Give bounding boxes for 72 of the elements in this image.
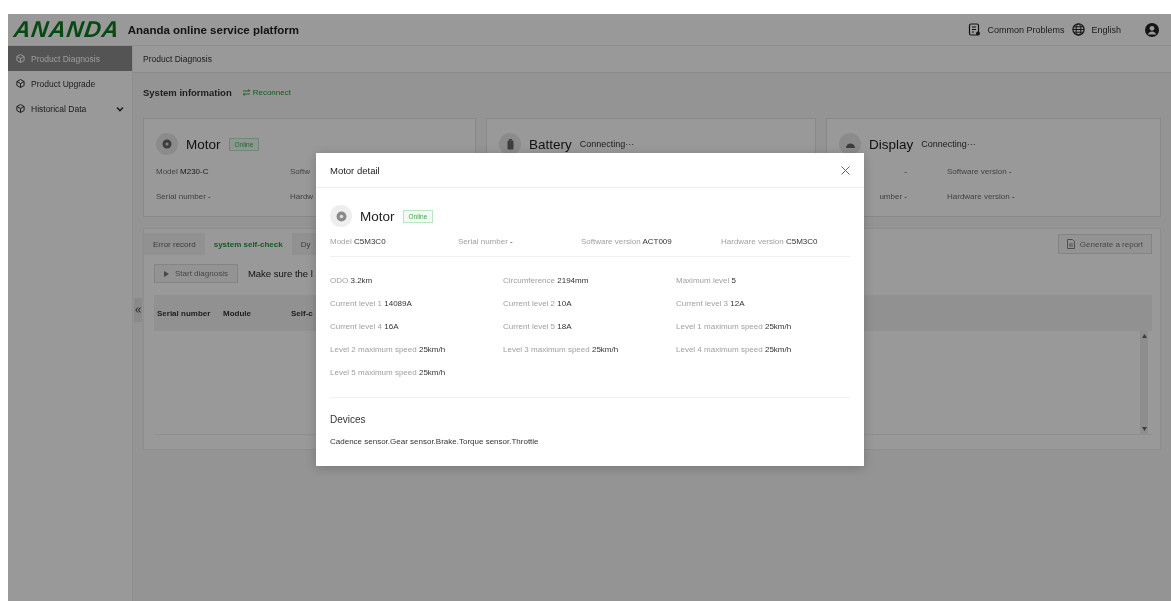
field-text: Level 2 maximum speed 25km/h (330, 345, 447, 354)
field-text: ODO 3.2km (330, 276, 374, 285)
device-name: Motor (186, 136, 221, 152)
cube-icon (16, 54, 25, 63)
field-text: Software version - (947, 167, 1012, 176)
field-text: Serial number - (458, 237, 514, 246)
collapse-button[interactable] (134, 298, 142, 322)
field-text: Hardware version - (947, 192, 1015, 201)
field-text: Current level 2 10A (503, 299, 573, 308)
field-text: Hardware version C5M3C0 (721, 237, 819, 246)
swap-arrows-icon (241, 88, 251, 96)
sidebar-item[interactable]: Product Diagnosis (8, 46, 132, 71)
column-header: Self-c (291, 308, 314, 318)
device-name: Motor (360, 208, 395, 224)
scroll-up-arrow-icon[interactable] (1141, 334, 1147, 338)
tab[interactable]: Error record (144, 233, 205, 255)
field-text: Current level 5 18A (503, 322, 573, 331)
scrollbar[interactable] (1140, 331, 1148, 434)
sidebar-item[interactable]: Product Upgrade (8, 71, 132, 96)
field-text: Model M230-C (156, 167, 209, 176)
close-icon (841, 165, 850, 175)
field-text: Softw (290, 167, 310, 176)
breadcrumb: Product Diagnosis (143, 54, 212, 64)
field-text: Current level 3 12A (676, 299, 746, 308)
field-text: Level 5 maximum speed 25km/h (330, 368, 447, 377)
section-title: System information (143, 86, 232, 98)
devices-heading: Devices (330, 414, 367, 425)
field-text: - (904, 167, 907, 176)
display-icon (839, 133, 861, 155)
sidebar-item[interactable]: Historical Data (8, 96, 132, 121)
hint-text: Make sure the l (247, 268, 313, 279)
field-text: Current level 4 16A (330, 322, 400, 331)
battery-icon (499, 133, 521, 155)
field-text: Serial number - (156, 192, 211, 201)
chevron-down-icon (116, 105, 124, 112)
field-text: Model C5M3C0 (330, 237, 387, 246)
field-text: Hardw (290, 192, 314, 201)
common-problems-link[interactable]: Common Problems (968, 23, 1065, 36)
document-icon (968, 23, 982, 36)
language-button[interactable]: English (1072, 23, 1121, 36)
column-header: Module (223, 308, 252, 318)
document-icon (1066, 239, 1075, 249)
close-button[interactable] (841, 165, 850, 175)
dialog-title: Motor detail (330, 164, 380, 176)
scroll-down-arrow-icon[interactable] (1141, 427, 1147, 431)
motor-icon (330, 205, 352, 227)
devices-text: Cadence sensor.Gear sensor.Brake.Torque sensor.Throttle (330, 437, 540, 446)
field-text: umber - (879, 192, 907, 201)
field-text: Maximum level 5 (676, 276, 738, 285)
field-text: Level 3 maximum speed 25km/h (503, 345, 620, 354)
tab[interactable]: system self-check (204, 233, 292, 255)
reconnect-link[interactable]: Reconnect (241, 87, 291, 97)
double-chevron-left-icon (135, 307, 141, 313)
field-text: Software version ACT009 (581, 237, 673, 246)
status-text: Connecting··· (579, 139, 635, 149)
field-text: Current level 1 14089A (330, 299, 413, 308)
user-avatar-icon[interactable] (1145, 22, 1159, 37)
globe-icon (1072, 23, 1086, 36)
status-text: Connecting··· (921, 139, 976, 149)
device-name: Display (869, 136, 914, 152)
logo: ANANDA (12, 16, 122, 43)
cube-icon (16, 104, 25, 113)
tab[interactable]: Dy (291, 233, 320, 255)
app-title: Ananda online service platform (127, 23, 299, 36)
column-header: Serial number (157, 308, 212, 318)
field-text: Level 4 maximum speed 25km/h (676, 345, 793, 354)
motor-icon (156, 133, 178, 155)
play-icon (164, 270, 169, 277)
cube-icon (16, 79, 25, 88)
device-name: Battery (529, 136, 572, 152)
field-text: Level 1 maximum speed 25km/h (676, 322, 793, 331)
field-text: Circumference 2194mm (503, 276, 590, 285)
